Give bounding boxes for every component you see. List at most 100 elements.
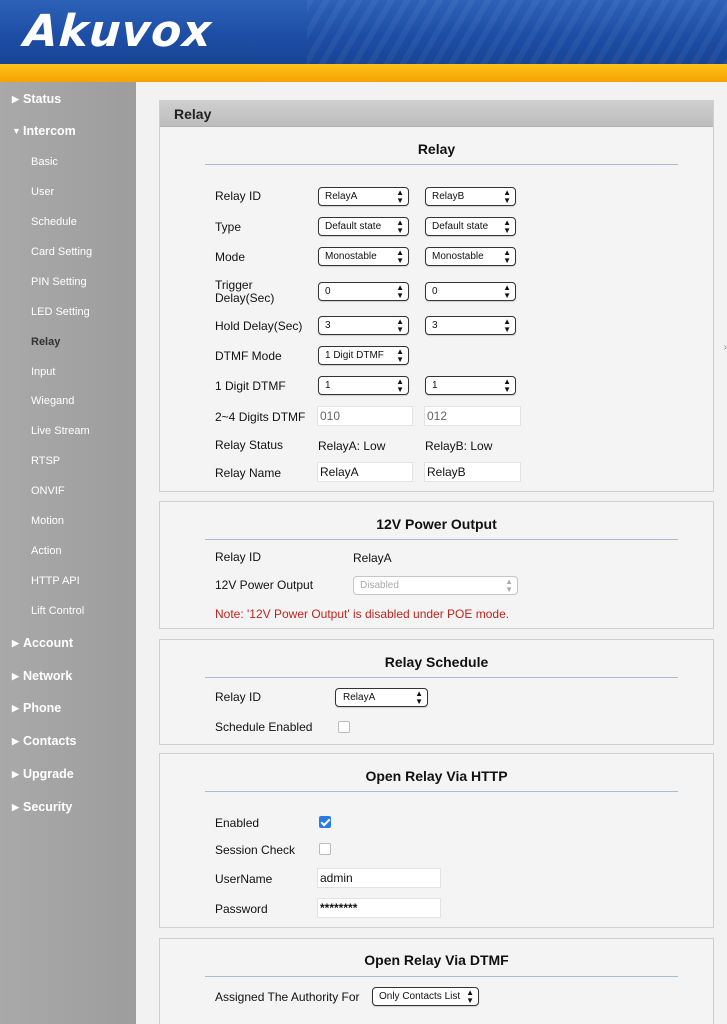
header-accent-bar — [0, 64, 727, 82]
select-arrows-icon: ▲ ▼ — [503, 282, 511, 300]
nav-item-led-setting[interactable]: LED Setting — [31, 306, 90, 318]
nav-item-action[interactable]: Action — [31, 545, 62, 557]
nav-item-schedule[interactable]: Schedule — [31, 216, 77, 228]
header-banner: Akuvox — [0, 0, 727, 64]
power-relay-id-value: RelayA — [353, 551, 392, 565]
trigger-delay-label: Trigger Delay(Sec) — [215, 278, 275, 305]
nav-item-motion[interactable]: Motion — [31, 515, 64, 527]
select-arrows-icon: ▲ ▼ — [396, 346, 404, 364]
page-title: Relay — [174, 106, 212, 122]
relay-a-multi-digit-dtmf-input[interactable]: 010 — [317, 406, 413, 426]
nav-item-pin-setting[interactable]: PIN Setting — [31, 276, 87, 288]
nav-item-input[interactable]: Input — [31, 366, 55, 378]
nav-contacts[interactable]: ▶ Contacts — [12, 734, 76, 748]
relay-b-status: RelayB: Low — [425, 439, 493, 453]
relay-b-name-input[interactable]: RelayB — [424, 462, 521, 482]
http-relay-panel: Open Relay Via HTTP Enabled Session Chec… — [159, 753, 714, 928]
nav-item-http-api[interactable]: HTTP API — [31, 575, 80, 587]
nav-phone[interactable]: ▶ Phone — [12, 701, 61, 715]
dtmf-mode-label: DTMF Mode — [215, 349, 282, 363]
collapsed-triangle-icon: ▶ — [12, 801, 19, 812]
username-label: UserName — [215, 872, 273, 886]
password-input[interactable]: ******** — [317, 898, 441, 918]
power-output-select[interactable]: Disabled ▲ ▼ — [353, 576, 518, 595]
session-check-checkbox[interactable] — [319, 843, 331, 855]
collapsed-triangle-icon: ▶ — [12, 702, 19, 713]
relay-b-hold-delay-select[interactable]: 3 ▲ ▼ — [425, 316, 516, 335]
select-arrows-icon: ▲ ▼ — [396, 247, 404, 265]
select-arrows-icon: ▲ ▼ — [466, 987, 474, 1005]
relay-a-type-select[interactable]: Default state ▲ ▼ — [318, 217, 409, 236]
akuvox-logo: Akuvox — [22, 6, 214, 57]
nav-status[interactable]: ▶ Status — [12, 92, 61, 106]
relay-b-trigger-delay-select[interactable]: 0 ▲ ▼ — [425, 282, 516, 301]
select-arrows-icon: ▲ ▼ — [503, 376, 511, 394]
nav-item-user[interactable]: User — [31, 186, 54, 198]
relay-schedule-panel: Relay Schedule Relay ID RelayA ▲ ▼ Schedul… — [159, 639, 714, 745]
dtmf-mode-select[interactable]: 1 Digit DTMF ▲ ▼ — [318, 346, 409, 365]
schedule-relay-id-label: Relay ID — [215, 690, 262, 704]
page-title-bar: Relay — [160, 101, 713, 127]
nav-item-basic[interactable]: Basic — [31, 156, 58, 168]
relay-b-multi-digit-dtmf-input[interactable]: 012 — [424, 406, 521, 426]
relay-b-mode-select[interactable]: Monostable ▲ ▼ — [425, 247, 516, 266]
select-arrows-icon: ▲ ▼ — [503, 217, 511, 235]
collapsed-triangle-icon: ▶ — [12, 768, 19, 779]
sidebar: ▶ Status ▼ Intercom Basic User Schedule Ca… — [0, 82, 136, 1024]
relay-a-one-digit-dtmf-select[interactable]: 1 ▲ ▼ — [318, 376, 409, 395]
hold-delay-label: Hold Delay(Sec) — [215, 319, 303, 333]
nav-intercom[interactable]: ▼ Intercom — [12, 124, 76, 138]
multi-digit-dtmf-label: 2~4 Digits DTMF — [215, 410, 306, 424]
http-enabled-checkbox[interactable] — [319, 816, 331, 828]
nav-item-card-setting[interactable]: Card Setting — [31, 246, 92, 258]
nav-item-relay[interactable]: Relay — [31, 336, 60, 348]
section-divider — [205, 164, 678, 165]
username-input[interactable]: admin — [317, 868, 441, 888]
schedule-section-title: Relay Schedule — [384, 654, 489, 670]
select-arrows-icon: ▲ ▼ — [415, 688, 423, 706]
schedule-relay-id-select[interactable]: RelayA ▲ ▼ — [335, 688, 428, 707]
nav-security[interactable]: ▶ Security — [12, 800, 72, 814]
relay-b-type-select[interactable]: Default state ▲ ▼ — [425, 217, 516, 236]
section-divider — [205, 976, 678, 977]
nav-network[interactable]: ▶ Network — [12, 669, 72, 683]
main-content: Relay Relay Relay ID RelayA ▲ ▼ RelayB ▲ ▼ T… — [136, 82, 727, 1024]
nav-item-onvif[interactable]: ONVIF — [31, 485, 65, 497]
http-enabled-label: Enabled — [215, 816, 260, 830]
schedule-enabled-label: Schedule Enabled — [215, 720, 313, 734]
nav-item-live-stream[interactable]: Live Stream — [31, 425, 90, 437]
relay-b-id-select[interactable]: RelayB ▲ ▼ — [425, 187, 516, 206]
schedule-enabled-checkbox[interactable] — [338, 721, 350, 733]
relay-a-status: RelayA: Low — [318, 439, 386, 453]
relay-a-trigger-delay-select[interactable]: 0 ▲ ▼ — [318, 282, 409, 301]
relay-a-id-select[interactable]: RelayA ▲ ▼ — [318, 187, 409, 206]
select-arrows-icon: ▲ ▼ — [396, 282, 404, 300]
relay-b-one-digit-dtmf-select[interactable]: 1 ▲ ▼ — [425, 376, 516, 395]
relay-a-name-input[interactable]: RelayA — [317, 462, 413, 482]
nav-item-rtsp[interactable]: RTSP — [31, 455, 60, 467]
select-arrows-icon: ▲ ▼ — [396, 316, 404, 334]
relay-panel: Relay Relay Relay ID RelayA ▲ ▼ RelayB ▲ ▼ T… — [159, 100, 714, 492]
power-output-label: 12V Power Output — [215, 578, 314, 592]
authority-label: Assigned The Authority For — [215, 990, 360, 1004]
type-label: Type — [215, 220, 242, 234]
select-arrows-icon: ▲ ▼ — [396, 376, 404, 394]
nav-item-wiegand[interactable]: Wiegand — [31, 395, 74, 407]
nav-upgrade[interactable]: ▶ Upgrade — [12, 767, 74, 781]
authority-select[interactable]: Only Contacts List ▲ ▼ — [372, 987, 479, 1006]
nav-account[interactable]: ▶ Account — [12, 636, 73, 650]
scrollbar-edge[interactable]: › — [724, 342, 727, 353]
relay-a-mode-select[interactable]: Monostable ▲ ▼ — [318, 247, 409, 266]
dtmf-section-title: Open Relay Via DTMF — [364, 952, 509, 968]
collapsed-triangle-icon: ▶ — [12, 93, 19, 104]
nav-item-lift-control[interactable]: Lift Control — [31, 605, 84, 617]
section-divider — [205, 791, 678, 792]
select-arrows-icon: ▲ ▼ — [503, 316, 511, 334]
select-arrows-icon: ▲ ▼ — [505, 576, 513, 594]
one-digit-dtmf-label: 1 Digit DTMF — [215, 379, 286, 393]
select-arrows-icon: ▲ ▼ — [396, 217, 404, 235]
collapsed-triangle-icon: ▶ — [12, 637, 19, 648]
power-output-panel: 12V Power Output Relay ID RelayA 12V Pow… — [159, 501, 714, 629]
relay-a-hold-delay-select[interactable]: 3 ▲ ▼ — [318, 316, 409, 335]
select-arrows-icon: ▲ ▼ — [503, 187, 511, 205]
